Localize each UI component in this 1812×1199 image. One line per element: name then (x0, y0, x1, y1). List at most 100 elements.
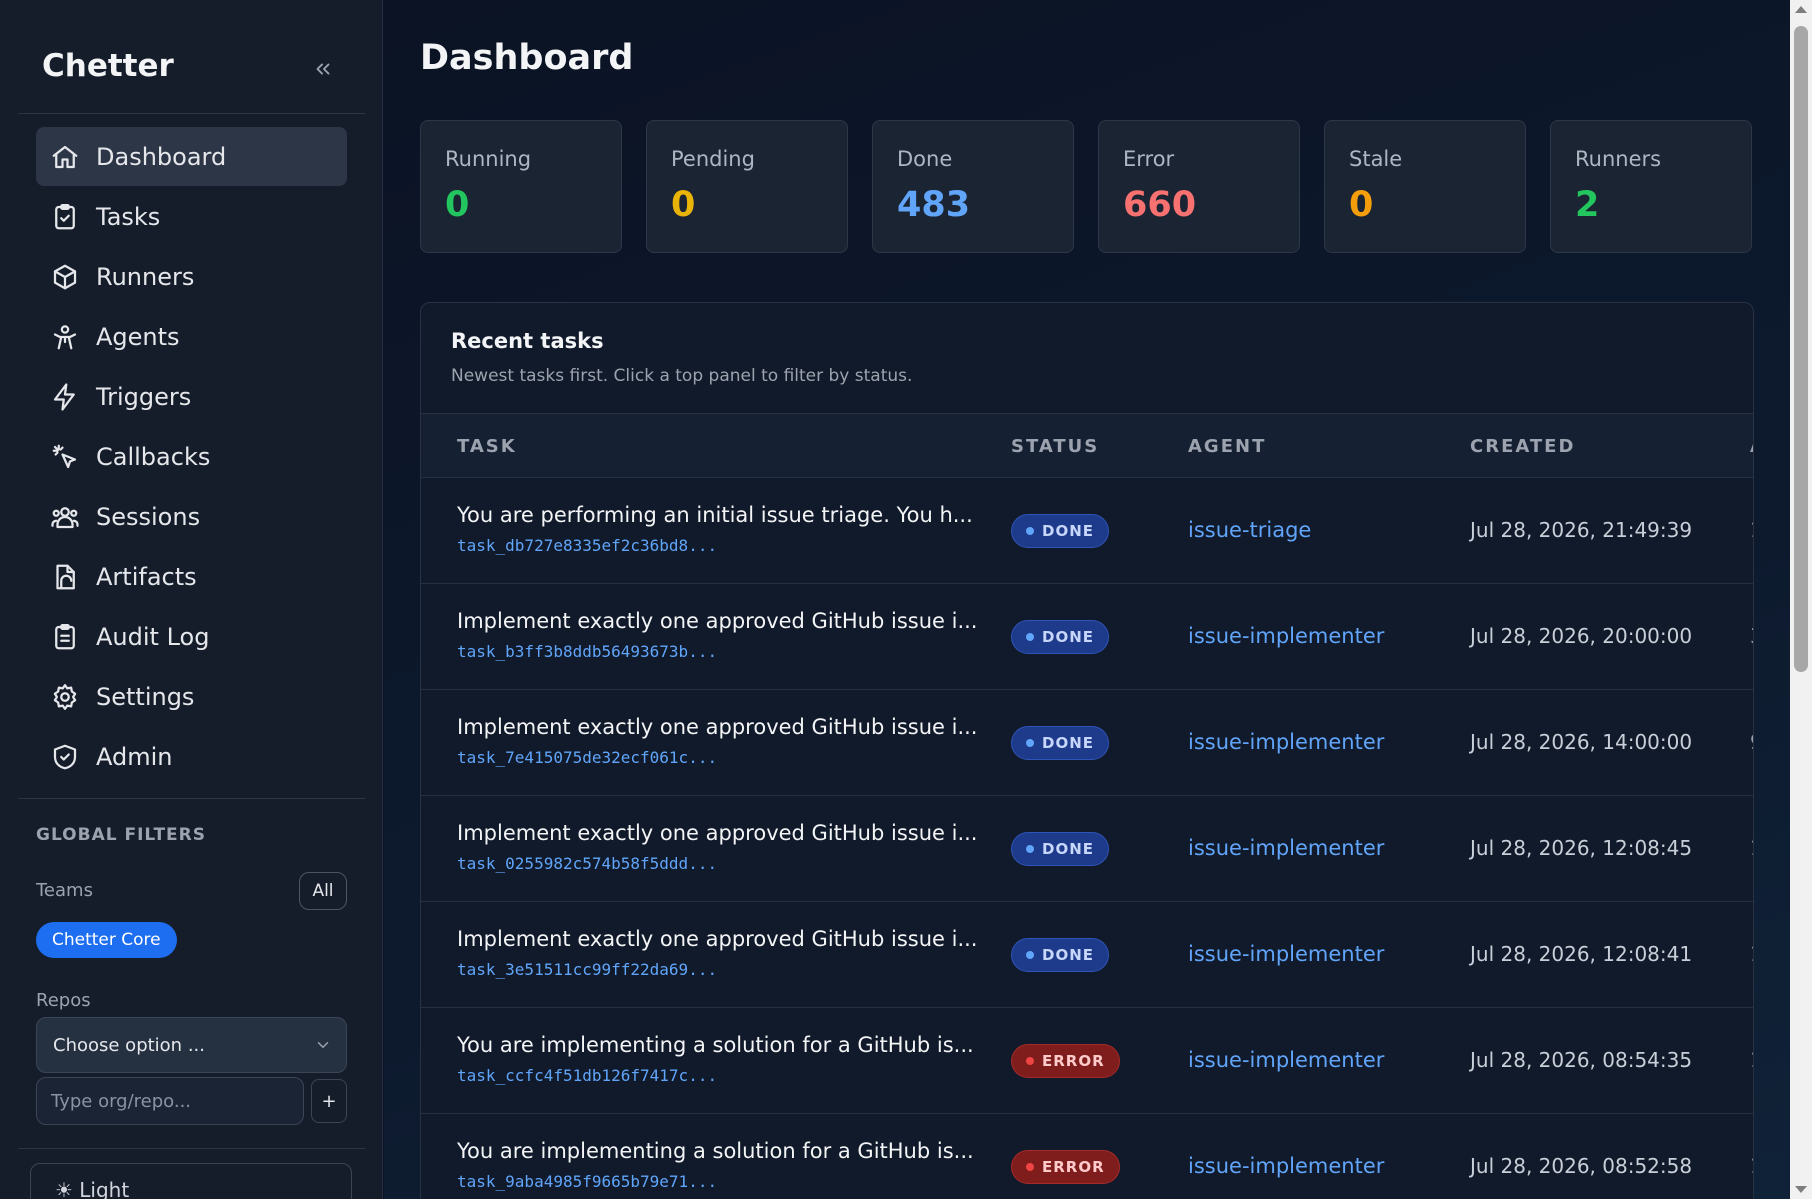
column-header-agent[interactable]: AGENT (1188, 436, 1266, 457)
sidebar-item-label: Runners (96, 262, 195, 291)
home-icon (52, 145, 78, 168)
team-chip[interactable]: Chetter Core (36, 922, 177, 958)
sidebar-item-artifacts[interactable]: Artifacts (36, 547, 347, 606)
clipboard-list-icon (55, 623, 75, 649)
sidebar-item-triggers[interactable]: Triggers (36, 367, 347, 426)
task-id-link[interactable]: task_b3ff3b8ddb56493673b... (457, 642, 717, 661)
chevrons-left-icon (316, 63, 330, 75)
stat-card-done[interactable]: Done 483 (872, 120, 1074, 253)
table-row[interactable]: You are implementing a solution for a Gi… (421, 1113, 1753, 1199)
sidebar-item-agents[interactable]: Agents (36, 307, 347, 366)
repos-select[interactable]: Choose option ... (36, 1017, 347, 1073)
agent-link[interactable]: issue-triage (1188, 518, 1311, 542)
column-header-extra[interactable]: A (1750, 436, 1753, 457)
agent-link[interactable]: issue-implementer (1188, 730, 1384, 754)
stat-card-running[interactable]: Running 0 (420, 120, 622, 253)
brand-title: Chetter (42, 48, 174, 84)
table-row[interactable]: You are implementing a solution for a Gi… (421, 1007, 1753, 1113)
stat-card-error[interactable]: Error 660 (1098, 120, 1300, 253)
users-icon (51, 506, 79, 528)
bolt-icon (53, 382, 75, 411)
collapse-sidebar-button[interactable] (306, 54, 340, 84)
stat-value: 2 (1575, 185, 1600, 225)
sidebar-item-label: Tasks (96, 202, 161, 231)
stat-card-stale[interactable]: Stale 0 (1324, 120, 1526, 253)
all-teams-button[interactable]: All (299, 872, 347, 910)
sidebar: Chetter Dashboard Tasks Runners Agents T… (0, 0, 383, 1199)
extra-cell: 3 (1750, 624, 1753, 648)
file-chart-icon (56, 564, 75, 589)
task-id-link[interactable]: task_9aba4985f9665b79e71... (457, 1172, 717, 1191)
pointer-click-icon (52, 444, 77, 468)
table-row[interactable]: Implement exactly one approved GitHub is… (421, 795, 1753, 901)
task-title: Implement exactly one approved GitHub is… (457, 927, 978, 951)
sidebar-item-label: Audit Log (96, 622, 210, 651)
status-badge: ERROR (1011, 1044, 1120, 1078)
sidebar-item-settings[interactable]: Settings (36, 667, 347, 726)
column-header-task[interactable]: TASK (457, 436, 517, 457)
task-id-link[interactable]: task_7e415075de32ecf061c... (457, 748, 717, 767)
status-dot (1026, 739, 1034, 747)
status-badge: DONE (1011, 726, 1110, 760)
extra-cell: 1 (1750, 1048, 1753, 1072)
sidebar-item-callbacks[interactable]: Callbacks (36, 427, 347, 486)
repos-label: Repos (36, 990, 91, 1011)
column-header-status[interactable]: STATUS (1011, 436, 1099, 457)
sidebar-item-dashboard[interactable]: Dashboard (36, 127, 347, 186)
page-scrollbar[interactable] (1790, 0, 1812, 1199)
sidebar-item-admin[interactable]: Admin (36, 727, 347, 786)
status-text: ERROR (1042, 1052, 1105, 1070)
created-date: Jul 28, 2026, 14:00:00 (1470, 730, 1693, 754)
table-header: TASK STATUS AGENT CREATED A (421, 413, 1753, 477)
table-row[interactable]: You are performing an initial issue tria… (421, 477, 1753, 583)
table-row[interactable]: Implement exactly one approved GitHub is… (421, 689, 1753, 795)
agent-link[interactable]: issue-implementer (1188, 942, 1384, 966)
sidebar-item-runners[interactable]: Runners (36, 247, 347, 306)
status-text: ERROR (1042, 1158, 1105, 1176)
task-id-link[interactable]: task_3e51511cc99ff22da69... (457, 960, 717, 979)
task-title: Implement exactly one approved GitHub is… (457, 609, 978, 633)
stat-card-runners[interactable]: Runners 2 (1550, 120, 1752, 253)
stat-value: 0 (671, 185, 696, 225)
repo-input[interactable] (36, 1077, 304, 1125)
created-date: Jul 28, 2026, 21:49:39 (1470, 518, 1693, 542)
task-id-link[interactable]: task_ccfc4f51db126f7417c... (457, 1066, 717, 1085)
created-date: Jul 28, 2026, 12:08:41 (1470, 942, 1693, 966)
table-row[interactable]: Implement exactly one approved GitHub is… (421, 901, 1753, 1007)
created-date: Jul 28, 2026, 12:08:45 (1470, 836, 1693, 860)
scroll-down-arrow-icon[interactable] (1795, 1186, 1807, 1193)
column-header-created[interactable]: CREATED (1470, 436, 1575, 457)
page-title: Dashboard (420, 38, 634, 78)
created-date: Jul 28, 2026, 08:52:58 (1470, 1154, 1693, 1178)
sidebar-item-sessions[interactable]: Sessions (36, 487, 347, 546)
gear-icon (53, 683, 77, 710)
status-badge: DONE (1011, 938, 1110, 972)
scroll-up-arrow-icon[interactable] (1795, 6, 1807, 13)
task-id-link[interactable]: task_0255982c574b58f5ddd... (457, 854, 717, 873)
task-title: Implement exactly one approved GitHub is… (457, 715, 978, 739)
sidebar-item-tasks[interactable]: Tasks (36, 187, 347, 246)
sidebar-item-label: Sessions (96, 502, 201, 531)
add-repo-button[interactable]: + (311, 1079, 347, 1123)
sidebar-divider (18, 1148, 365, 1149)
stat-value: 0 (1349, 185, 1374, 225)
stat-label: Error (1123, 147, 1175, 171)
table-row[interactable]: Implement exactly one approved GitHub is… (421, 583, 1753, 689)
task-id-link[interactable]: task_db727e8335ef2c36bd8... (457, 536, 717, 555)
sidebar-item-audit-log[interactable]: Audit Log (36, 607, 347, 666)
sidebar-item-label: Triggers (96, 382, 192, 411)
stat-label: Done (897, 147, 953, 171)
sidebar-nav: Dashboard Tasks Runners Agents Triggers … (36, 127, 347, 787)
stat-label: Stale (1349, 147, 1403, 171)
stat-card-pending[interactable]: Pending 0 (646, 120, 848, 253)
status-dot (1026, 1057, 1034, 1065)
agent-link[interactable]: issue-implementer (1188, 624, 1384, 648)
scrollbar-thumb[interactable] (1794, 26, 1808, 672)
panel-title: Recent tasks (451, 329, 604, 353)
theme-toggle-button[interactable]: ☀ Light (30, 1163, 352, 1199)
status-dot (1026, 1163, 1034, 1171)
agent-link[interactable]: issue-implementer (1188, 836, 1384, 860)
agent-link[interactable]: issue-implementer (1188, 1154, 1384, 1178)
agent-link[interactable]: issue-implementer (1188, 1048, 1384, 1072)
sidebar-item-label: Settings (96, 682, 195, 711)
